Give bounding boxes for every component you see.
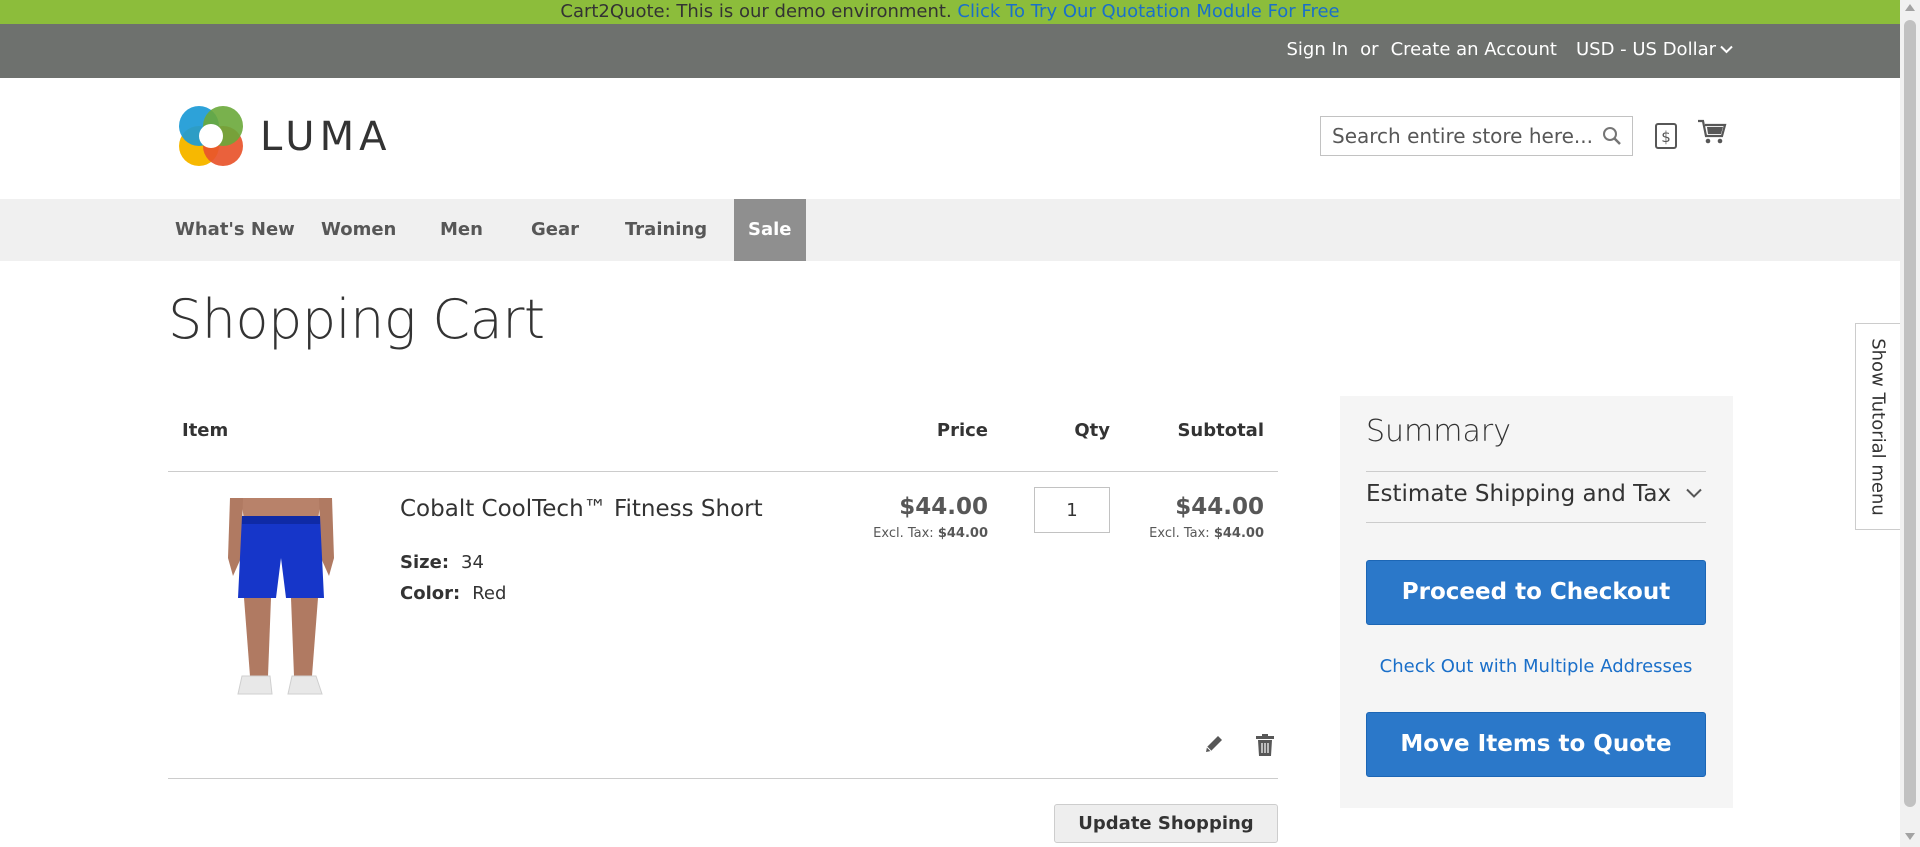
search-icon[interactable] bbox=[1602, 126, 1622, 146]
estimate-shipping-toggle[interactable]: Estimate Shipping and Tax bbox=[1366, 472, 1706, 518]
nav-item-training[interactable]: Training bbox=[625, 199, 707, 261]
update-cart-button[interactable]: Update Shopping Cart bbox=[1054, 804, 1278, 843]
nav-item-women[interactable]: Women bbox=[321, 199, 396, 261]
nav-item-whats-new[interactable]: What's New bbox=[175, 199, 295, 261]
summary-divider bbox=[1366, 522, 1706, 523]
item-subtotal: $44.00 bbox=[1175, 494, 1264, 520]
product-option-size: Size: 34 bbox=[400, 552, 484, 573]
option-value: 34 bbox=[461, 552, 484, 573]
proceed-to-checkout-button[interactable]: Proceed to Checkout bbox=[1366, 560, 1706, 625]
item-subtotal-excl-tax: Excl. Tax: $44.00 bbox=[1149, 526, 1264, 541]
product-option-color: Color: Red bbox=[400, 583, 506, 604]
table-divider bbox=[168, 778, 1278, 779]
column-header-price: Price bbox=[936, 420, 988, 441]
luma-logo-icon bbox=[179, 106, 243, 166]
product-name-link[interactable]: Cobalt CoolTech™ Fitness Short bbox=[400, 496, 763, 522]
move-to-quote-button[interactable]: Move Items to Quote bbox=[1366, 712, 1706, 777]
qty-input[interactable] bbox=[1034, 487, 1110, 533]
chevron-down-icon bbox=[1686, 488, 1702, 498]
search-input[interactable] bbox=[1321, 117, 1591, 155]
page-title: Shopping Cart bbox=[168, 288, 545, 351]
chevron-down-icon bbox=[1720, 45, 1733, 54]
quote-icon[interactable]: $ bbox=[1654, 122, 1678, 150]
cart-icon[interactable] bbox=[1697, 118, 1727, 146]
tutorial-tab-label: Show Tutorial menu bbox=[1867, 337, 1889, 516]
option-label: Size: bbox=[400, 552, 450, 573]
nav-item-men[interactable]: Men bbox=[440, 199, 483, 261]
sign-in-link[interactable]: Sign In bbox=[1286, 39, 1348, 60]
summary-title: Summary bbox=[1366, 414, 1511, 449]
nav-item-gear[interactable]: Gear bbox=[531, 199, 579, 261]
logo-text: LUMA bbox=[260, 114, 392, 160]
currency-switcher[interactable]: USD - US Dollar bbox=[1576, 39, 1733, 60]
product-image[interactable] bbox=[216, 498, 346, 708]
page-scrollbar[interactable] bbox=[1900, 0, 1920, 847]
currency-label: USD - US Dollar bbox=[1575, 39, 1716, 60]
cart-summary: Summary Estimate Shipping and Tax Procee… bbox=[1340, 396, 1733, 808]
item-price-excl-tax: Excl. Tax: $44.00 bbox=[873, 526, 988, 541]
scrollbar-thumb[interactable] bbox=[1904, 20, 1916, 807]
logo[interactable]: LUMA bbox=[176, 104, 391, 170]
svg-text:$: $ bbox=[1661, 128, 1671, 146]
table-divider bbox=[168, 471, 1278, 472]
demo-banner-link[interactable]: Click To Try Our Quotation Module For Fr… bbox=[957, 1, 1339, 22]
multiple-addresses-link[interactable]: Check Out with Multiple Addresses bbox=[1366, 656, 1706, 677]
column-header-qty: Qty bbox=[1074, 420, 1110, 441]
edit-icon[interactable] bbox=[1204, 734, 1224, 754]
column-header-subtotal: Subtotal bbox=[1177, 420, 1264, 441]
header-links: Sign In or Create an Account USD - US Do… bbox=[1286, 39, 1733, 60]
show-tutorial-menu-tab[interactable]: Show Tutorial menu bbox=[1855, 323, 1900, 530]
scroll-up-arrow-icon[interactable] bbox=[1905, 4, 1915, 11]
panel-header: Sign In or Create an Account USD - US Do… bbox=[0, 24, 1900, 78]
scroll-down-arrow-icon[interactable] bbox=[1905, 833, 1915, 840]
option-label: Color: bbox=[400, 583, 461, 604]
trash-icon[interactable] bbox=[1256, 734, 1274, 756]
demo-banner: Cart2Quote: This is our demo environment… bbox=[0, 0, 1900, 24]
create-account-link[interactable]: Create an Account bbox=[1391, 39, 1557, 60]
or-text: or bbox=[1360, 39, 1379, 60]
option-value: Red bbox=[472, 583, 507, 604]
item-price: $44.00 bbox=[899, 494, 988, 520]
demo-banner-text: Cart2Quote: This is our demo environment… bbox=[560, 1, 952, 22]
column-header-item: Item bbox=[182, 420, 229, 441]
search-box bbox=[1320, 116, 1633, 156]
estimate-shipping-label: Estimate Shipping and Tax bbox=[1366, 481, 1672, 507]
nav-item-sale[interactable]: Sale bbox=[734, 199, 806, 261]
main-nav: What's New Women Men Gear Training Sale bbox=[0, 199, 1900, 261]
